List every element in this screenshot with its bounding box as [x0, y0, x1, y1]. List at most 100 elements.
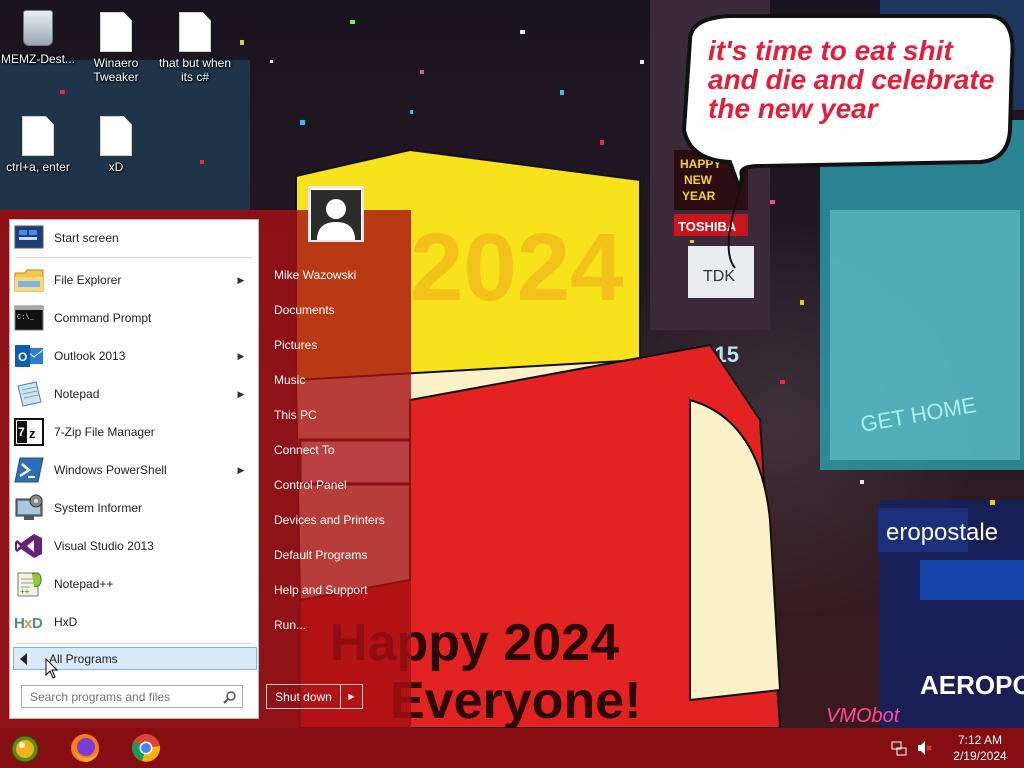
submenu-arrow-icon: ▶: [237, 350, 245, 361]
desktop-icon-memz[interactable]: MEMZ-Dest...: [0, 8, 76, 66]
program-start-screen[interactable]: Start screen: [10, 220, 258, 256]
program-command-prompt[interactable]: C:\_ Command Prompt: [10, 300, 258, 336]
all-programs-label: All Programs: [49, 651, 118, 666]
command-prompt-icon: C:\_: [13, 302, 45, 334]
system-informer-icon: [13, 492, 45, 524]
document-icon: [100, 12, 132, 52]
program-visual-studio[interactable]: Visual Studio 2013: [10, 528, 258, 564]
signature: VMObot: [826, 705, 901, 727]
sign-aeropostale: eropostale: [886, 519, 998, 546]
places-list: Mike Wazowski Documents Pictures Music T…: [274, 257, 385, 642]
clock-time: 7:12 AM: [957, 733, 1003, 747]
program-label: Outlook 2013: [54, 349, 126, 363]
document-icon: [22, 116, 54, 156]
place-connect-to[interactable]: Connect To: [274, 432, 385, 467]
desktop-icon-label: Winaero Tweaker: [93, 56, 139, 84]
svg-text:7: 7: [18, 425, 25, 439]
bubble-line-2: and die and celebrate: [708, 64, 995, 95]
system-tray: 7:12 AM 2/19/2024: [888, 728, 1024, 768]
bubble-line-1: it's time to eat shit: [708, 35, 953, 66]
program-hxd[interactable]: HxD HxD: [10, 604, 258, 640]
search-icon[interactable]: [218, 690, 242, 704]
desktop-icon-label: MEMZ-Dest...: [1, 52, 75, 66]
svg-text:O: O: [18, 350, 27, 364]
svg-text:++: ++: [20, 587, 30, 596]
banner-year: 2024: [410, 214, 624, 321]
desktop-icon-csharp[interactable]: that but when its c#: [156, 12, 234, 84]
submenu-arrow-icon: ▶: [237, 464, 245, 475]
folder-icon: [13, 264, 45, 296]
separator: [16, 643, 252, 644]
program-notepad[interactable]: Notepad ▶: [10, 376, 258, 412]
separator: [16, 257, 252, 258]
program-label: System Informer: [54, 501, 143, 515]
clock[interactable]: 7:12 AM 2/19/2024: [940, 732, 1020, 764]
program-label: Notepad: [54, 387, 100, 401]
recycle-bin-icon: [22, 8, 54, 48]
program-powershell[interactable]: Windows PowerShell ▶: [10, 452, 258, 488]
desktop-icon-xd[interactable]: xD: [78, 116, 154, 174]
search-programs-box[interactable]: [21, 685, 243, 708]
desktop-icon-label: that but when its c#: [158, 56, 232, 84]
place-documents[interactable]: Documents: [274, 292, 385, 327]
start-menu-right-pane: Mike Wazowski Documents Pictures Music T…: [262, 186, 411, 728]
place-pictures[interactable]: Pictures: [274, 327, 385, 362]
sign-aeropos: AEROPOS: [920, 670, 1024, 700]
shutdown-button[interactable]: Shut down: [267, 685, 340, 708]
program-label: Start screen: [54, 231, 119, 245]
start-screen-icon: [13, 222, 45, 254]
volume-muted-icon[interactable]: [914, 737, 936, 759]
taskbar: 7:12 AM 2/19/2024: [0, 728, 1024, 768]
search-input[interactable]: [30, 689, 218, 704]
firefox-icon: [71, 734, 99, 762]
place-music[interactable]: Music: [274, 362, 385, 397]
submenu-arrow-icon: ▶: [237, 274, 245, 285]
hxd-icon: HxD: [13, 606, 45, 638]
svg-text:C:\_: C:\_: [17, 314, 35, 322]
sign-year: YEAR: [682, 189, 716, 203]
place-devices-printers[interactable]: Devices and Printers: [274, 502, 385, 537]
place-default-programs[interactable]: Default Programs: [274, 537, 385, 572]
mouse-cursor-icon: [45, 658, 59, 679]
program-label: Command Prompt: [54, 311, 152, 325]
svg-text:z: z: [29, 426, 36, 441]
desktop-icon-winaero[interactable]: Winaero Tweaker: [78, 12, 154, 84]
programs-pane: Start screen File Explorer ▶ C:\_ Comman…: [9, 219, 259, 719]
sign-new: NEW: [684, 173, 713, 187]
place-control-panel[interactable]: Control Panel: [274, 467, 385, 502]
notepad-icon: [13, 378, 45, 410]
program-system-informer[interactable]: System Informer: [10, 490, 258, 526]
sign-tdk: TDK: [703, 268, 735, 285]
place-help-support[interactable]: Help and Support: [274, 572, 385, 607]
chrome-icon: [132, 734, 161, 762]
program-file-explorer[interactable]: File Explorer ▶: [10, 262, 258, 298]
7zip-icon: 7z: [13, 416, 45, 448]
taskbar-firefox[interactable]: [60, 731, 110, 765]
program-notepad-plus-plus[interactable]: ++ Notepad++: [10, 566, 258, 602]
shutdown-options-button[interactable]: ▶: [340, 685, 362, 708]
program-7zip[interactable]: 7z 7-Zip File Manager: [10, 414, 258, 450]
sign-toshiba: TOSHIBA: [678, 219, 737, 234]
user-picture[interactable]: [308, 186, 364, 242]
place-this-pc[interactable]: This PC: [274, 397, 385, 432]
start-menu: Start screen File Explorer ▶ C:\_ Comman…: [0, 186, 411, 728]
program-outlook[interactable]: O Outlook 2013 ▶: [10, 338, 258, 374]
desktop-icon-ctrl-a[interactable]: ctrl+a, enter: [0, 116, 76, 174]
place-run[interactable]: Run...: [274, 607, 385, 642]
visual-studio-icon: [13, 530, 45, 562]
program-label: Windows PowerShell: [54, 463, 167, 477]
shutdown-group: Shut down ▶: [266, 684, 363, 709]
program-label: Visual Studio 2013: [54, 539, 154, 553]
desktop-icon-label: xD: [108, 160, 124, 174]
svg-text:D: D: [32, 615, 43, 632]
taskbar-chrome[interactable]: [121, 731, 171, 765]
program-label: File Explorer: [54, 273, 122, 287]
submenu-arrow-icon: ▶: [237, 388, 245, 399]
document-icon: [179, 12, 211, 52]
start-orb-icon[interactable]: [10, 734, 40, 764]
powershell-icon: [13, 454, 45, 486]
clock-date: 2/19/2024: [953, 749, 1007, 763]
user-avatar-icon: [311, 190, 361, 240]
place-user-name[interactable]: Mike Wazowski: [274, 257, 385, 292]
network-icon[interactable]: [888, 737, 910, 759]
